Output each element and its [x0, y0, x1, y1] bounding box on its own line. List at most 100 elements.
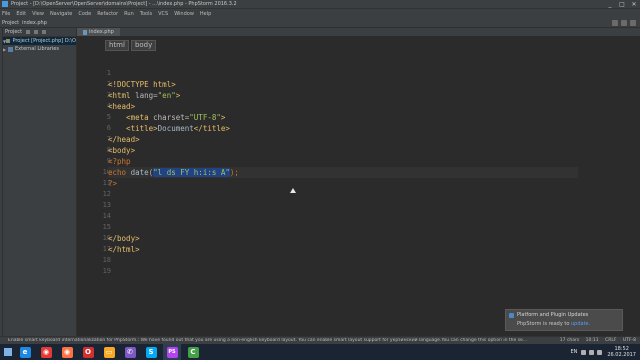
menu-bar: File Edit View Navigate Code Refactor Ru…: [0, 9, 640, 18]
code-line[interactable]: <html lang="en">: [108, 90, 608, 101]
code-token: <body>: [108, 146, 136, 155]
taskbar-app-viber[interactable]: ✆: [121, 344, 139, 360]
taskbar-app-opera[interactable]: O: [79, 344, 97, 360]
language-indicator[interactable]: EN: [570, 349, 577, 355]
code-line[interactable]: <meta charset="UTF-8">: [108, 112, 608, 123]
skype-icon: S: [145, 346, 157, 358]
nav-crumb-file[interactable]: index.php: [22, 20, 47, 26]
debug-icon[interactable]: [621, 19, 627, 26]
code-token: "UTF-8": [189, 113, 221, 122]
editor-breadcrumbs: html body: [105, 40, 158, 51]
tree-item-external-libraries[interactable]: ▶ External Libraries: [3, 45, 76, 53]
tab-index-php[interactable]: index.php: [77, 28, 120, 36]
code-line[interactable]: [108, 68, 608, 79]
code-line[interactable]: [108, 266, 608, 277]
start-button[interactable]: [0, 344, 16, 360]
menu-view[interactable]: View: [32, 11, 44, 17]
code-line[interactable]: <?php: [108, 156, 608, 167]
maximize-button[interactable]: □: [616, 0, 628, 9]
notification-body: PhpStorm is ready to update.: [517, 321, 590, 327]
minimize-button[interactable]: _: [604, 0, 616, 9]
taskbar-app-chrome[interactable]: ◉: [37, 344, 55, 360]
code-line-current[interactable]: echo date("l ds FY h:i:s A");: [108, 167, 578, 178]
menu-vcs[interactable]: VCS: [158, 11, 168, 17]
notification-title: Platform and Plugin Updates: [517, 312, 589, 318]
php-file-icon: [83, 29, 87, 35]
code-token: date(: [130, 168, 154, 177]
network-icon[interactable]: [589, 349, 595, 355]
windows-logo-icon: [4, 348, 12, 356]
phpstorm-icon: PS: [166, 346, 178, 358]
tray-arrow-icon[interactable]: [581, 349, 587, 355]
code-line[interactable]: [108, 200, 608, 211]
menu-help[interactable]: Help: [200, 11, 211, 17]
breadcrumb-body[interactable]: body: [130, 40, 157, 51]
code-token: >: [175, 91, 181, 100]
update-icon: [509, 313, 514, 318]
menu-run[interactable]: Run: [124, 11, 134, 17]
code-line[interactable]: <title>Document</title>: [108, 123, 608, 134]
project-panel-title[interactable]: Project: [5, 29, 22, 35]
code-area[interactable]: <!DOCTYPE html> <html lang="en"> <head> …: [108, 68, 608, 277]
code-line[interactable]: <!DOCTYPE html>: [108, 79, 608, 90]
folder-icon: [6, 39, 11, 43]
code-line[interactable]: </body>: [108, 233, 608, 244]
code-line[interactable]: </html>: [108, 244, 608, 255]
code-line[interactable]: ?>: [108, 178, 608, 189]
menu-refactor[interactable]: Refactor: [97, 11, 118, 17]
code-token: );: [229, 168, 239, 177]
char-count: 17 chars: [559, 338, 580, 343]
search-icon[interactable]: [630, 19, 636, 26]
caret-position[interactable]: 10:11: [586, 338, 599, 343]
gear-icon[interactable]: [42, 30, 47, 34]
code-line[interactable]: </head>: [108, 134, 608, 145]
collapse-icon[interactable]: [34, 30, 39, 34]
code-line[interactable]: [108, 189, 608, 200]
code-token: ?>: [108, 179, 118, 188]
line-separator[interactable]: CRLF: [605, 338, 616, 343]
menu-edit[interactable]: Edit: [16, 11, 26, 17]
status-message[interactable]: Enable smart keyboard internationalizati…: [8, 338, 528, 343]
menu-navigate[interactable]: Navigate: [50, 11, 72, 17]
tree-item-project[interactable]: ▼ Project [Project.php] D:\O: [3, 37, 76, 45]
code-token: <head>: [108, 102, 136, 111]
clock[interactable]: 18:52 26.02.2017: [607, 346, 636, 358]
code-line[interactable]: [108, 222, 608, 233]
menu-code[interactable]: Code: [78, 11, 91, 17]
settings-icon[interactable]: [26, 30, 31, 34]
file-encoding[interactable]: UTF-8: [623, 338, 636, 343]
taskbar-app-skype[interactable]: S: [142, 344, 160, 360]
ie-icon: e: [19, 346, 31, 358]
code-line[interactable]: [108, 255, 608, 266]
status-info: 17 chars 10:11 CRLF UTF-8: [555, 338, 636, 343]
code-token: "en": [157, 91, 176, 100]
breadcrumb-html[interactable]: html: [105, 40, 129, 51]
selected-text: "l ds FY h:i:s A": [153, 168, 230, 177]
notification-balloon[interactable]: Platform and Plugin Updates PhpStorm is …: [505, 309, 623, 331]
menu-tools[interactable]: Tools: [140, 11, 152, 17]
menu-file[interactable]: File: [2, 11, 10, 17]
close-button[interactable]: ✕: [628, 0, 640, 9]
tree-item-label: External Libraries: [15, 46, 59, 52]
code-line[interactable]: <head>: [108, 101, 608, 112]
editor: index.php html body 1 2 3 4 5 6 7 8 9 10…: [77, 28, 640, 344]
taskbar-app-firefox[interactable]: ◉: [58, 344, 76, 360]
taskbar-app-explorer[interactable]: ▭: [100, 344, 118, 360]
menu-window[interactable]: Window: [174, 11, 194, 17]
project-panel: Project ▼ Project [Project.php] D:\O ▶ E…: [3, 28, 77, 344]
run-icon[interactable]: [612, 19, 618, 26]
update-link[interactable]: update.: [571, 321, 590, 327]
folder-icon: ▭: [103, 346, 115, 358]
window-title: Project - [D:\OpenServer\OpenServer\doma…: [11, 1, 237, 7]
libraries-icon: [8, 46, 13, 52]
code-token: </body>: [108, 234, 140, 243]
volume-icon[interactable]: [597, 349, 603, 355]
nav-crumb-project[interactable]: Project: [2, 20, 19, 26]
taskbar-app-ccleaner[interactable]: C: [184, 344, 202, 360]
code-line[interactable]: [108, 211, 608, 222]
code-line[interactable]: <body>: [108, 145, 608, 156]
phpstorm-logo-icon: [2, 1, 8, 7]
code-token: <html: [108, 91, 136, 100]
taskbar-app-phpstorm[interactable]: PS: [163, 344, 181, 360]
taskbar-app-ie[interactable]: e: [16, 344, 34, 360]
